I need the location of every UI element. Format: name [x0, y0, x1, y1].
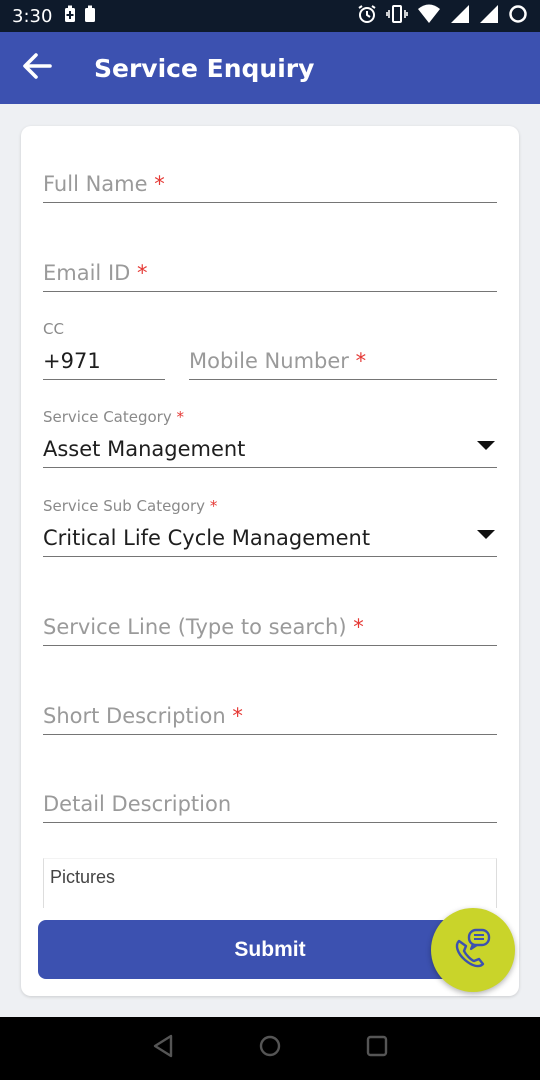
alarm-icon	[357, 4, 377, 29]
home-circle-icon[interactable]	[258, 1034, 282, 1063]
vibrate-icon	[386, 4, 408, 29]
status-time: 3:30	[12, 5, 53, 27]
mobile-number-placeholder: Mobile Number *	[189, 349, 367, 373]
service-line-search-field[interactable]: Service Line (Type to search) *	[43, 600, 497, 646]
short-description-placeholder: Short Description *	[43, 704, 243, 728]
full-name-field[interactable]: Full Name *	[43, 160, 497, 203]
email-placeholder: Email ID *	[43, 261, 148, 285]
full-name-placeholder: Full Name *	[43, 172, 165, 196]
pictures-upload-box[interactable]: Pictures	[43, 858, 497, 908]
battery-icon	[84, 5, 96, 28]
country-code-value: +971	[43, 349, 101, 373]
battery-saver-icon	[64, 5, 76, 28]
signal-icon	[450, 4, 470, 29]
service-sub-category-value: Critical Life Cycle Management	[43, 526, 371, 550]
status-bar: 3:30	[0, 0, 540, 32]
back-button[interactable]	[0, 32, 74, 104]
signal-roaming-icon	[479, 4, 499, 29]
pictures-label: Pictures	[50, 867, 116, 887]
system-nav-bar	[0, 1017, 540, 1080]
wifi-icon	[417, 4, 441, 29]
mobile-number-field[interactable]: Mobile Number *	[189, 338, 497, 380]
dropdown-arrow-icon	[477, 530, 495, 539]
enquiry-form-card: Full Name * Email ID * CC +971 Mobile Nu…	[21, 126, 519, 996]
service-category-label: Service Category *	[43, 408, 185, 426]
service-category-value: Asset Management	[43, 437, 246, 461]
app-bar: Service Enquiry	[0, 32, 540, 104]
phone-chat-icon	[453, 927, 493, 974]
recents-square-icon[interactable]	[366, 1035, 388, 1062]
detail-description-placeholder: Detail Description	[43, 792, 232, 816]
loading-circle-icon	[508, 4, 528, 29]
service-category-dropdown[interactable]: Asset Management	[43, 426, 497, 468]
service-sub-category-dropdown[interactable]: Critical Life Cycle Management	[43, 515, 497, 557]
service-sub-category-label: Service Sub Category *	[43, 497, 218, 515]
back-triangle-icon[interactable]	[152, 1034, 174, 1063]
country-code-field[interactable]: +971	[43, 338, 165, 380]
short-description-field[interactable]: Short Description *	[43, 689, 497, 735]
detail-description-field[interactable]: Detail Description	[43, 778, 497, 823]
dropdown-arrow-icon	[477, 441, 495, 450]
email-field[interactable]: Email ID *	[43, 249, 497, 292]
page-title: Service Enquiry	[94, 53, 315, 83]
service-line-placeholder: Service Line (Type to search) *	[43, 615, 364, 639]
contact-fab-button[interactable]	[431, 908, 515, 992]
cc-label: CC	[43, 320, 64, 338]
arrow-back-icon	[22, 52, 52, 85]
